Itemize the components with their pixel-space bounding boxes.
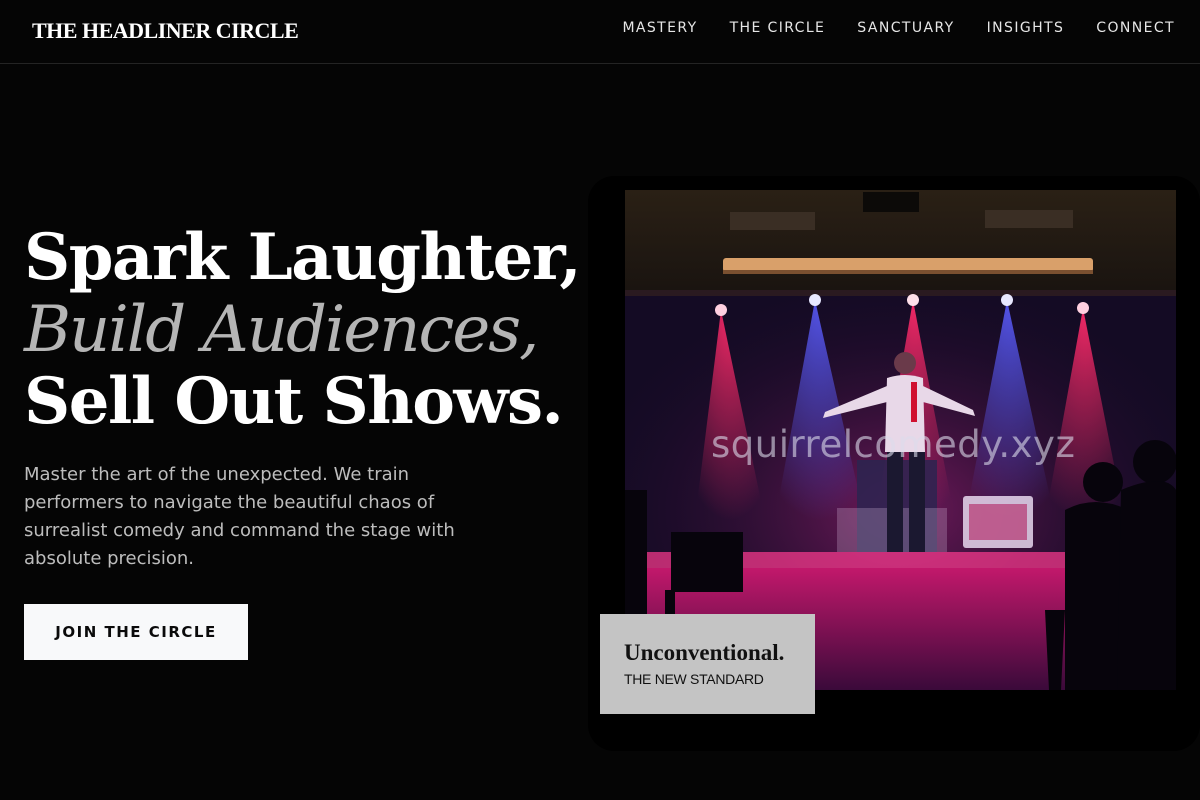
- unconventional-badge: Unconventional. THE NEW STANDARD: [600, 614, 815, 714]
- hero-subtitle: Master the art of the unexpected. We tra…: [24, 464, 455, 569]
- nav-link-insights[interactable]: INSIGHTS: [987, 20, 1065, 36]
- hero-title: Spark Laughter, Build Audiences, Sell Ou…: [24, 222, 604, 438]
- site-header: THE HEADLINER CIRCLE MASTERY THE CIRCLE …: [0, 0, 1200, 64]
- hero-title-line-2: Build Audiences,: [24, 293, 539, 367]
- hero-title-line-3: Sell Out Shows.: [24, 364, 564, 439]
- nav-link-mastery[interactable]: MASTERY: [622, 20, 697, 36]
- join-the-circle-button[interactable]: JOIN THE CIRCLE: [24, 604, 248, 660]
- site-logo[interactable]: THE HEADLINER CIRCLE: [32, 18, 299, 44]
- nav-link-the-circle[interactable]: THE CIRCLE: [730, 20, 826, 36]
- nav-link-sanctuary[interactable]: SANCTUARY: [857, 20, 954, 36]
- badge-subtitle: THE NEW STANDARD: [624, 671, 764, 687]
- main-nav: MASTERY THE CIRCLE SANCTUARY INSIGHTS CO…: [622, 20, 1175, 36]
- watermark-text: squirrelcomedy.xyz: [711, 423, 1076, 466]
- hero-title-line-1: Spark Laughter,: [24, 220, 582, 295]
- nav-link-connect[interactable]: CONNECT: [1096, 20, 1175, 36]
- badge-title: Unconventional.: [624, 640, 785, 665]
